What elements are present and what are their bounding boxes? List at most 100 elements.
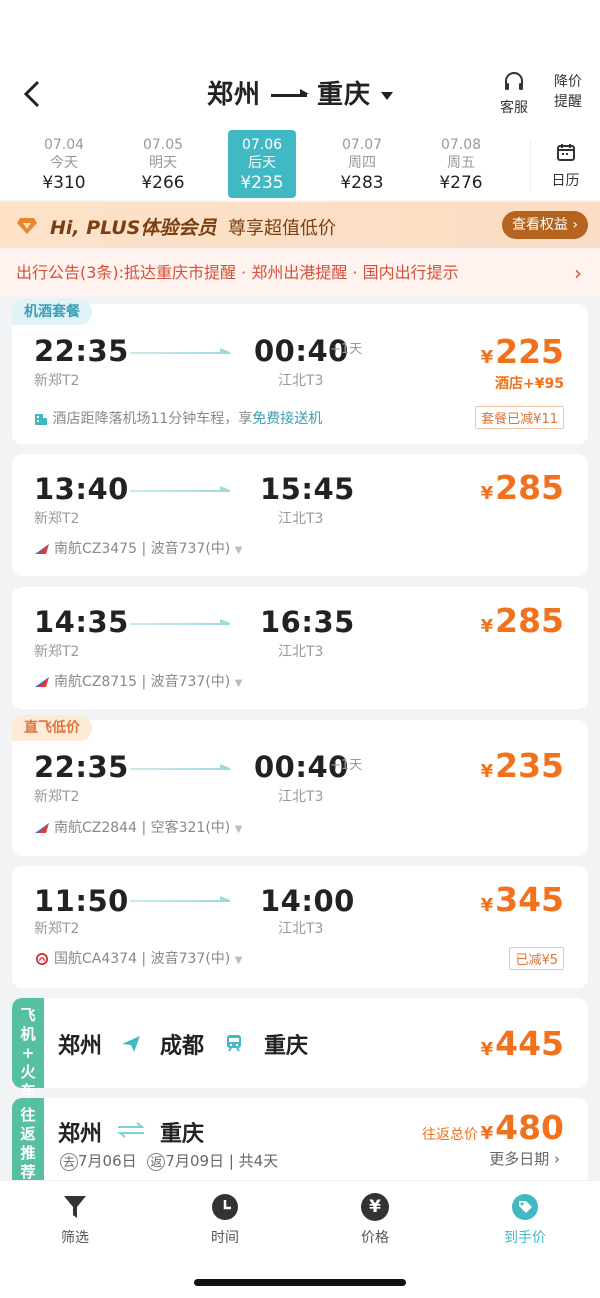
date-label: 07.08 bbox=[440, 137, 482, 153]
expand-caret-icon: ▼ bbox=[234, 824, 243, 835]
flight-line-icon bbox=[130, 486, 230, 492]
price-alert-label-1: 降价 bbox=[554, 74, 582, 90]
flight-card[interactable]: 11:50 新郑T2 14:00 江北T3 ¥345 国航CA4374 | 波音… bbox=[12, 866, 588, 988]
go-mark: 去 bbox=[60, 1153, 78, 1171]
return-date: 7月09日 bbox=[165, 1152, 225, 1170]
tab-label: 时间 bbox=[211, 1230, 239, 1246]
roundtrip-total-label: 往返总价 bbox=[422, 1127, 478, 1143]
flight-tag: 机酒套餐 bbox=[12, 299, 92, 325]
flight-price: ¥235 bbox=[480, 746, 564, 785]
tab-filter[interactable]: 筛选 bbox=[25, 1193, 125, 1247]
tab-price[interactable]: ¥ 价格 bbox=[325, 1193, 425, 1247]
date-price: ¥235 bbox=[240, 173, 284, 193]
departure-time: 11:50 bbox=[34, 884, 129, 918]
date-label: 07.04 bbox=[43, 137, 85, 153]
plus-member-banner[interactable]: Hi, PLUS体验会员 尊享超值低价 查看权益 › bbox=[0, 202, 600, 248]
price-value: 480 bbox=[495, 1108, 564, 1147]
side-char: 返 bbox=[20, 1125, 36, 1143]
departure-airport: 新郑T2 bbox=[34, 921, 80, 937]
expand-caret-icon: ▼ bbox=[234, 955, 243, 966]
roundtrip-side-label: 往 返 推 荐 bbox=[12, 1098, 44, 1188]
combo-side-label: 飞 机 + 火 车 bbox=[12, 998, 44, 1100]
clock-icon bbox=[212, 1194, 238, 1220]
price-value: 285 bbox=[495, 601, 564, 640]
free-shuttle-text: 免费接送机 bbox=[252, 411, 323, 427]
top-bar: 郑州 重庆 客服 降价 提醒 07.04 今天 ¥310 07.05 明天 ¥26… bbox=[0, 0, 600, 200]
date-option[interactable]: 07.04 今天 ¥310 bbox=[21, 130, 107, 198]
combo-destination: 重庆 bbox=[264, 1034, 309, 1059]
price-value: 235 bbox=[495, 746, 564, 785]
plus-title: Hi, PLUS体验会员 bbox=[50, 217, 217, 239]
yen-icon: ¥ bbox=[361, 1193, 389, 1221]
flight-info[interactable]: 南航CZ3475 | 波音737(中) ▼ bbox=[34, 538, 242, 558]
tab-time[interactable]: 时间 bbox=[175, 1193, 275, 1247]
price-alert-label-2: 提醒 bbox=[554, 94, 582, 110]
view-benefits-label: 查看权益 bbox=[511, 217, 568, 233]
flight-price: ¥225 bbox=[480, 332, 564, 371]
flight-card[interactable]: 13:40 新郑T2 15:45 江北T3 ¥285 南航CZ3475 | 波音… bbox=[12, 454, 588, 576]
flight-train-combo-card[interactable]: 飞 机 + 火 车 郑州 成都 重庆 ¥445 bbox=[12, 998, 588, 1100]
calendar-label: 日历 bbox=[551, 173, 580, 189]
view-benefits-button[interactable]: 查看权益 › bbox=[501, 211, 588, 239]
departure-airport: 新郑T2 bbox=[34, 789, 80, 805]
return-mark: 返 bbox=[147, 1153, 166, 1171]
plus-subtitle: 尊享超值低价 bbox=[228, 218, 336, 239]
weekday-label: 明天 bbox=[149, 155, 177, 171]
flight-info-text: 国航CA4374 | 波音737(中) bbox=[54, 951, 231, 967]
customer-service-button[interactable]: 客服 bbox=[498, 72, 530, 118]
tab-label: 到手价 bbox=[504, 1230, 546, 1246]
airplane-icon bbox=[122, 1036, 140, 1052]
roundtrip-destination: 重庆 bbox=[160, 1122, 205, 1147]
hotel-price: 酒店+¥95 bbox=[495, 376, 564, 392]
date-option[interactable]: 07.08 周五 ¥276 bbox=[418, 130, 504, 198]
discount-badge: 套餐已减¥11 bbox=[475, 406, 564, 429]
flight-info[interactable]: 国航CA4374 | 波音737(中) ▼ bbox=[34, 948, 242, 968]
flight-tag: 直飞低价 bbox=[12, 715, 92, 741]
tab-label: 筛选 bbox=[61, 1230, 89, 1246]
go-date: 7月06日 bbox=[78, 1152, 137, 1170]
flight-card[interactable]: 14:35 新郑T2 16:35 江北T3 ¥285 南航CZ8715 | 波音… bbox=[12, 587, 588, 709]
price-value: 285 bbox=[495, 468, 564, 507]
tag-icon bbox=[512, 1194, 538, 1220]
side-char: 往 bbox=[20, 1106, 36, 1124]
flight-card[interactable]: 直飞低价 22:35 新郑T2 00:40 +1天 江北T3 ¥235 南航CZ… bbox=[12, 715, 588, 856]
arrival-airport: 江北T3 bbox=[278, 373, 324, 389]
side-char: 火 bbox=[20, 1063, 36, 1081]
flight-info[interactable]: 南航CZ8715 | 波音737(中) ▼ bbox=[34, 671, 242, 691]
travel-notice-bar[interactable]: 出行公告(3条):抵达重庆市提醒 · 郑州出港提醒 · 国内出行提示 › bbox=[0, 250, 600, 296]
arrival-airport: 江北T3 bbox=[278, 511, 324, 527]
date-option-selected[interactable]: 07.06 后天 ¥235 bbox=[228, 130, 296, 198]
hotel-icon bbox=[35, 414, 47, 425]
flight-card[interactable]: 机酒套餐 22:35 新郑T2 00:40 +1天 江北T3 ¥225 酒店+¥… bbox=[12, 299, 588, 444]
date-option[interactable]: 07.05 明天 ¥266 bbox=[120, 130, 206, 198]
flight-line-icon bbox=[130, 619, 230, 625]
more-dates-link[interactable]: 更多日期 › bbox=[489, 1148, 560, 1169]
combo-transfer-city: 成都 bbox=[160, 1034, 205, 1059]
side-char: + bbox=[21, 1044, 35, 1062]
date-price: ¥266 bbox=[141, 173, 185, 193]
arrival-airport: 江北T3 bbox=[278, 644, 324, 660]
destination-city: 重庆 bbox=[317, 80, 372, 110]
air-china-logo-icon bbox=[36, 953, 48, 965]
departure-airport: 新郑T2 bbox=[34, 373, 80, 389]
round-trip-arrows-icon bbox=[117, 1122, 145, 1138]
flight-info-text: 南航CZ3475 | 波音737(中) bbox=[54, 541, 231, 557]
flight-info[interactable]: 南航CZ2844 | 空客321(中) ▼ bbox=[34, 817, 242, 837]
date-price: ¥310 bbox=[42, 173, 86, 193]
date-label: 07.06 bbox=[241, 137, 283, 153]
flight-line-icon bbox=[130, 348, 230, 354]
departure-time: 22:35 bbox=[34, 334, 129, 368]
price-value: 445 bbox=[495, 1024, 564, 1063]
weekday-label: 后天 bbox=[248, 155, 276, 171]
tab-final-price[interactable]: 到手价 bbox=[475, 1193, 575, 1247]
date-price: ¥283 bbox=[340, 173, 384, 193]
flight-price: ¥345 bbox=[480, 880, 564, 919]
route-arrow-icon bbox=[271, 89, 309, 97]
price-alert-button[interactable]: 降价 提醒 bbox=[550, 72, 586, 112]
date-label: 07.05 bbox=[142, 137, 184, 153]
calendar-button[interactable]: 日历 bbox=[530, 140, 600, 192]
round-trip-card[interactable]: 往 返 推 荐 郑州 重庆 去 7月06日 返 7月09日 | 共4天 往返总价 ¥… bbox=[12, 1098, 588, 1188]
date-option[interactable]: 07.07 周四 ¥283 bbox=[319, 130, 405, 198]
calendar-icon bbox=[556, 144, 575, 161]
arrival-airport: 江北T3 bbox=[278, 789, 324, 805]
